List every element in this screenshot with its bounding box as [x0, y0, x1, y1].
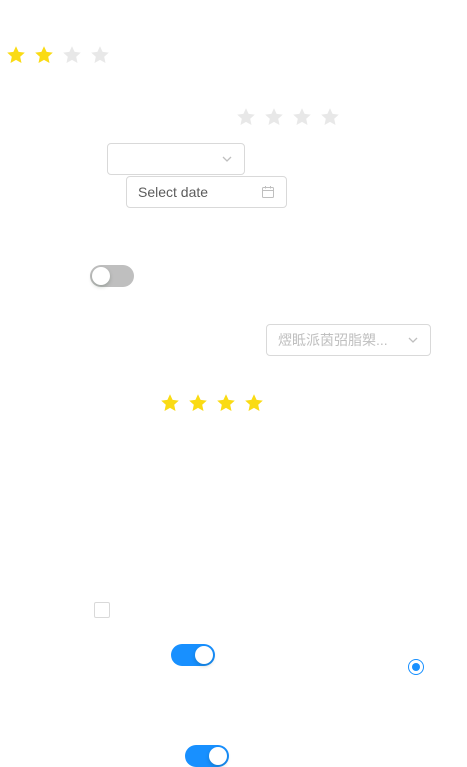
- star-icon[interactable]: [90, 45, 110, 65]
- date-picker-placeholder: Select date: [138, 184, 209, 200]
- select-2[interactable]: 熤眡派茵弨脂槊...: [266, 324, 431, 356]
- date-picker[interactable]: Select date: [126, 176, 287, 208]
- chevron-down-icon: [407, 334, 419, 346]
- select-1[interactable]: [107, 143, 245, 175]
- chevron-down-icon: [221, 153, 233, 165]
- star-icon[interactable]: [62, 45, 82, 65]
- star-icon[interactable]: [188, 393, 208, 413]
- star-icon[interactable]: [34, 45, 54, 65]
- toggle-switch-1[interactable]: [90, 265, 134, 287]
- calendar-icon: [261, 185, 275, 199]
- star-icon[interactable]: [244, 393, 264, 413]
- star-rating-2[interactable]: [236, 107, 340, 127]
- star-rating-1[interactable]: [6, 45, 110, 65]
- star-icon[interactable]: [264, 107, 284, 127]
- select-2-value: 熤眡派茵弨脂槊...: [278, 332, 388, 348]
- star-icon[interactable]: [236, 107, 256, 127]
- switch-knob: [92, 267, 110, 285]
- checkbox-1[interactable]: [94, 602, 110, 618]
- radio-1[interactable]: [408, 659, 424, 675]
- toggle-switch-3[interactable]: [185, 745, 229, 767]
- switch-knob: [195, 646, 213, 664]
- star-icon[interactable]: [216, 393, 236, 413]
- star-rating-3[interactable]: [160, 393, 264, 413]
- star-icon[interactable]: [6, 45, 26, 65]
- toggle-switch-2[interactable]: [171, 644, 215, 666]
- star-icon[interactable]: [160, 393, 180, 413]
- switch-knob: [209, 747, 227, 765]
- star-icon[interactable]: [292, 107, 312, 127]
- star-icon[interactable]: [320, 107, 340, 127]
- radio-dot: [412, 663, 420, 671]
